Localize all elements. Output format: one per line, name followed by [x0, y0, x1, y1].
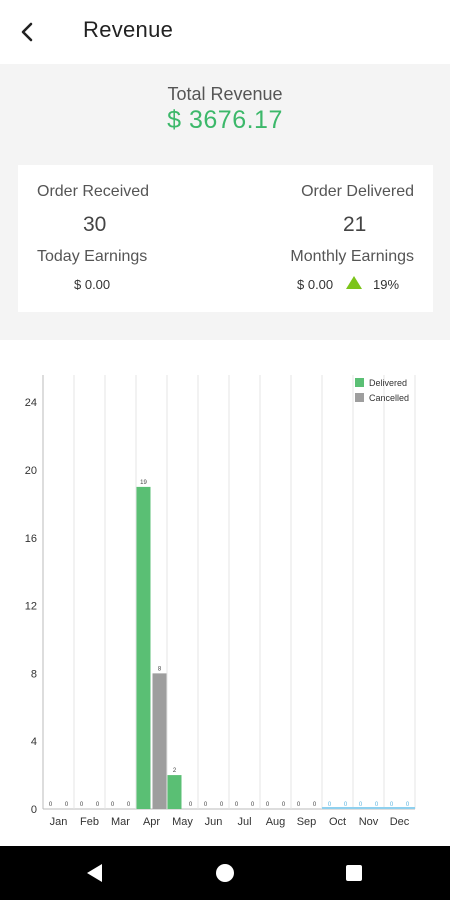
bar-value-label: 0 [96, 802, 100, 808]
bar-value-label: 0 [111, 802, 115, 808]
circle-home-icon[interactable] [216, 864, 234, 882]
bar-value-label: 0 [127, 802, 131, 808]
x-tick-label: Nov [359, 816, 379, 828]
app-bar: Revenue [0, 0, 450, 64]
stats-card: Order Received 30 Order Delivered 21 Tod… [18, 165, 433, 312]
bar-value-label: 0 [80, 802, 84, 808]
total-revenue-value: $ 3676.17 [167, 106, 283, 134]
y-tick-label: 8 [31, 668, 37, 680]
x-tick-label: Aug [266, 816, 286, 828]
monthly-earnings-label: Monthly Earnings [290, 248, 414, 265]
x-tick-label: Jun [205, 816, 223, 828]
bar-cancelled [152, 673, 167, 809]
bar-value-label: 8 [158, 666, 162, 672]
total-revenue-label: Total Revenue [167, 84, 283, 104]
y-tick-label: 4 [31, 736, 37, 748]
x-tick-label: Jan [50, 816, 68, 828]
page-title: Revenue [83, 17, 174, 42]
bar-delivered [136, 486, 151, 809]
orders-chart-svg: 04812162024Jan Feb Mar Apr May Jun Jul Aug Sep Oc… [25, 375, 416, 828]
back-button[interactable] [10, 14, 46, 50]
y-tick-label: 24 [25, 397, 37, 409]
x-tick-label: Mar [111, 816, 130, 828]
order-delivered-label: Order Delivered [301, 183, 414, 200]
bar-value-label: 0 [235, 802, 239, 808]
bar-value-label: 0 [65, 802, 69, 808]
monthly-change-percent: 19% [373, 277, 400, 292]
triangle-back-icon[interactable] [87, 864, 102, 882]
y-tick-label: 20 [25, 465, 37, 477]
bar-value-label: 0 [282, 802, 286, 808]
x-tick-label: Dec [390, 816, 410, 828]
x-tick-label: May [172, 816, 193, 828]
y-tick-label: 0 [31, 804, 37, 816]
bar-value-label: 0 [189, 802, 193, 808]
bar-value-label: 19 [140, 480, 147, 486]
order-delivered-value: 21 [343, 213, 367, 236]
bar-value-label: 0 [266, 802, 270, 808]
order-received-label: Order Received [37, 183, 150, 200]
y-tick-label: 12 [25, 601, 37, 613]
bar-value-label: 0 [313, 802, 317, 808]
bar-value-label: 0 [251, 802, 255, 808]
bar-delivered [167, 775, 182, 809]
x-tick-label: Sep [297, 816, 317, 828]
order-received-value: 30 [83, 213, 107, 236]
legend-swatch-cancelled [355, 393, 364, 402]
bar-value-label: 0 [297, 802, 301, 808]
chevron-left-icon [21, 22, 33, 42]
bar-value-label: 2 [173, 768, 177, 774]
today-earnings-value: $ 0.00 [74, 277, 111, 292]
today-earnings-label: Today Earnings [37, 248, 148, 265]
x-tick-label: Apr [143, 816, 160, 828]
orders-bar-chart: 0 4 8 12 16 20 24 Jan Feb Mar Apr May Jun Jul Aug Sep Oc… [0, 360, 450, 835]
x-tick-label: Feb [80, 816, 99, 828]
monthly-earnings-value: $ 0.00 [297, 277, 334, 292]
legend-label: Cancelled [369, 393, 409, 403]
x-tick-label: Jul [237, 816, 251, 828]
legend-label: Delivered [369, 378, 407, 388]
bar-value-label: 0 [204, 802, 208, 808]
legend-swatch-delivered [355, 378, 364, 387]
x-tick-label: Oct [329, 816, 346, 828]
y-tick-label: 16 [25, 533, 37, 545]
square-recents-icon[interactable] [346, 865, 362, 881]
triangle-up-icon [346, 276, 362, 289]
bar-value-label: 0 [49, 802, 53, 808]
bar-value-label: 0 [220, 802, 224, 808]
